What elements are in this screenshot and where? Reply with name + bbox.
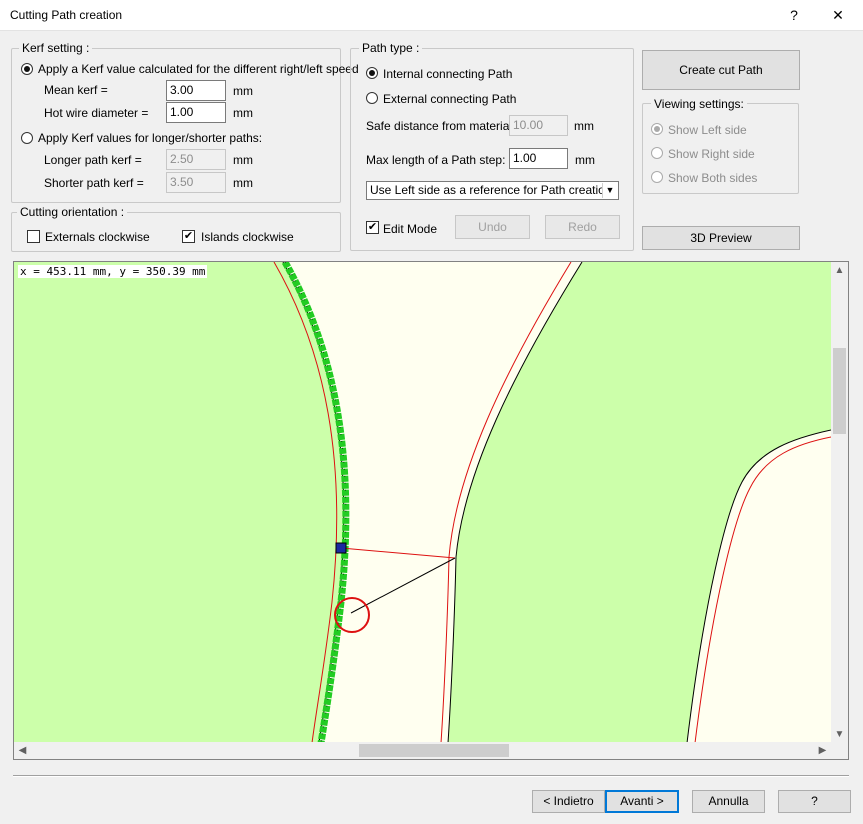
- help-title-button[interactable]: ?: [771, 0, 817, 31]
- max-length-unit: mm: [575, 153, 595, 167]
- horizontal-scrollbar[interactable]: ◀ ▶: [14, 742, 831, 759]
- scroll-down-icon[interactable]: ▼: [831, 726, 848, 743]
- internal-path-label: Internal connecting Path: [383, 67, 513, 81]
- cancel-button[interactable]: Annulla: [692, 790, 765, 813]
- cutting-orientation-label: Cutting orientation :: [17, 205, 128, 219]
- cut-path-drawing[interactable]: [14, 262, 831, 743]
- drawing-canvas[interactable]: x = 453.11 mm, y = 350.39 mm ▲ ▼ ◀ ▶: [13, 261, 849, 760]
- longer-kerf-label: Longer path kerf =: [44, 153, 142, 167]
- external-path-label: External connecting Path: [383, 92, 517, 106]
- scroll-up-icon[interactable]: ▲: [831, 262, 848, 279]
- viewing-settings-label: Viewing settings:: [651, 97, 747, 111]
- hot-wire-input[interactable]: 1.00: [166, 102, 226, 123]
- shorter-kerf-label: Shorter path kerf =: [44, 176, 144, 190]
- create-cut-path-button[interactable]: Create cut Path: [642, 50, 800, 90]
- show-right-label: Show Right side: [668, 147, 755, 161]
- redo-button[interactable]: Redo: [545, 215, 620, 239]
- kerf-speed-radio[interactable]: [21, 63, 33, 75]
- scroll-right-icon[interactable]: ▶: [814, 742, 831, 759]
- kerf-paths-label: Apply Kerf values for longer/shorter pat…: [38, 131, 263, 145]
- mean-kerf-unit: mm: [233, 84, 253, 98]
- shorter-kerf-input[interactable]: 3.50: [166, 172, 226, 193]
- safe-distance-unit: mm: [574, 119, 594, 133]
- reference-side-value: Use Left side as a reference for Path cr…: [370, 183, 612, 197]
- edit-mode-checkbox[interactable]: ✔: [366, 221, 379, 234]
- back-button[interactable]: < Indietro: [532, 790, 605, 813]
- hot-wire-label: Hot wire diameter =: [44, 106, 149, 120]
- kerf-speed-label: Apply a Kerf value calculated for the di…: [38, 62, 359, 76]
- dropdown-arrow-icon[interactable]: ▼: [602, 183, 617, 198]
- path-type-label: Path type :: [359, 41, 423, 55]
- show-left-label: Show Left side: [668, 123, 747, 137]
- max-length-input[interactable]: 1.00: [509, 148, 568, 169]
- next-button[interactable]: Avanti >: [605, 790, 679, 813]
- safe-distance-input[interactable]: 10.00: [509, 115, 568, 136]
- window-title: Cutting Path creation: [10, 8, 123, 22]
- show-left-radio[interactable]: [651, 123, 663, 135]
- vertical-scrollbar[interactable]: ▲ ▼: [831, 262, 848, 743]
- selected-node-marker[interactable]: [335, 542, 347, 554]
- show-both-radio[interactable]: [651, 171, 663, 183]
- close-icon[interactable]: ✕: [815, 0, 861, 31]
- max-length-label: Max length of a Path step:: [366, 153, 506, 167]
- scroll-left-icon[interactable]: ◀: [14, 742, 31, 759]
- show-both-label: Show Both sides: [668, 171, 758, 185]
- help-button[interactable]: ?: [778, 790, 851, 813]
- external-path-radio[interactable]: [366, 92, 378, 104]
- scroll-corner: [831, 742, 848, 759]
- check-icon: ✔: [183, 230, 194, 242]
- footer-separator: [13, 775, 849, 777]
- edit-mode-label: Edit Mode: [383, 222, 438, 236]
- horizontal-scroll-thumb[interactable]: [359, 744, 509, 757]
- externals-clockwise-checkbox[interactable]: [27, 230, 40, 243]
- check-icon: ✔: [367, 221, 378, 233]
- islands-clockwise-label: Islands clockwise: [201, 230, 294, 244]
- show-right-radio[interactable]: [651, 147, 663, 159]
- longer-kerf-input[interactable]: 2.50: [166, 149, 226, 170]
- islands-clockwise-checkbox[interactable]: ✔: [182, 230, 195, 243]
- title-bar: Cutting Path creation ? ✕: [0, 0, 863, 31]
- kerf-paths-radio[interactable]: [21, 132, 33, 144]
- shorter-kerf-unit: mm: [233, 176, 253, 190]
- mean-kerf-label: Mean kerf =: [44, 83, 108, 97]
- vertical-scroll-thumb[interactable]: [833, 348, 846, 434]
- undo-button[interactable]: Undo: [455, 215, 530, 239]
- reference-side-select[interactable]: Use Left side as a reference for Path cr…: [366, 181, 619, 200]
- mean-kerf-input[interactable]: 3.00: [166, 80, 226, 101]
- externals-clockwise-label: Externals clockwise: [45, 230, 150, 244]
- kerf-setting-label: Kerf setting :: [19, 41, 93, 55]
- internal-path-radio[interactable]: [366, 67, 378, 79]
- longer-kerf-unit: mm: [233, 153, 253, 167]
- safe-distance-label: Safe distance from material :: [366, 119, 519, 133]
- cursor-coordinates: x = 453.11 mm, y = 350.39 mm: [18, 265, 208, 278]
- 3d-preview-button[interactable]: 3D Preview: [642, 226, 800, 250]
- hot-wire-unit: mm: [233, 106, 253, 120]
